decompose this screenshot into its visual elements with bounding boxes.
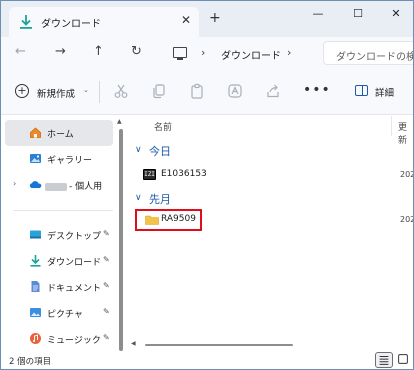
plus-icon: + bbox=[15, 84, 29, 98]
chevron-down-icon[interactable]: ∨ bbox=[135, 145, 142, 155]
sidebar-item-desktop[interactable]: デスクトップ ✎ bbox=[5, 222, 113, 248]
tiles-view-button[interactable] bbox=[395, 352, 413, 368]
tab-close-icon[interactable]: ✕ bbox=[181, 13, 191, 27]
details-pane-icon bbox=[355, 85, 368, 96]
refresh-icon[interactable]: ↻ bbox=[131, 44, 142, 60]
scroll-up-icon[interactable]: ▲ bbox=[117, 118, 122, 125]
sidebar-item-music[interactable]: ミュージック ✎ bbox=[5, 326, 113, 352]
documents-icon bbox=[31, 281, 40, 292]
tab-bar: ダウンロード ✕ + — ☐ ✕ bbox=[1, 1, 413, 37]
sidebar-item-gallery[interactable]: ギャラリー bbox=[5, 146, 113, 172]
list-view-icon bbox=[379, 356, 389, 365]
navigation-scrollbar[interactable] bbox=[119, 129, 123, 351]
redacted-name bbox=[45, 182, 67, 191]
scroll-left-icon[interactable]: ◀ bbox=[131, 340, 136, 347]
column-header-name[interactable]: 名前 bbox=[154, 120, 172, 133]
maximize-icon[interactable]: ☐ bbox=[343, 7, 373, 27]
search-input[interactable]: ダウンロードの検索 bbox=[323, 41, 413, 65]
chevron-right-icon[interactable]: › bbox=[287, 46, 291, 59]
file-date: 202 bbox=[400, 215, 414, 224]
desktop-icon bbox=[30, 230, 41, 239]
chevron-down-icon: ⌄ bbox=[83, 86, 89, 94]
download-icon bbox=[30, 255, 41, 267]
divider bbox=[13, 210, 113, 211]
pin-icon[interactable]: ✎ bbox=[103, 255, 110, 264]
pin-icon[interactable]: ✎ bbox=[103, 281, 110, 290]
details-view-button[interactable] bbox=[375, 352, 393, 368]
new-button[interactable]: + 新規作成 ⌄ bbox=[9, 82, 91, 102]
paste-icon[interactable] bbox=[189, 83, 205, 99]
highlight-box bbox=[135, 209, 202, 231]
column-header-modified[interactable]: 更新 bbox=[398, 120, 413, 146]
minimize-icon[interactable]: — bbox=[303, 7, 333, 27]
close-window-icon[interactable]: ✕ bbox=[381, 7, 411, 27]
up-icon[interactable]: ↑ bbox=[93, 44, 104, 60]
status-bar: 2 個の項目 bbox=[1, 352, 413, 369]
file-date: 202 bbox=[400, 170, 414, 179]
sidebar-item-label: ギャラリー bbox=[47, 156, 93, 166]
new-button-label: 新規作成 bbox=[37, 89, 76, 100]
sidebar-item-label: ホーム bbox=[47, 130, 74, 140]
download-icon bbox=[20, 15, 32, 29]
divider bbox=[99, 81, 100, 103]
rename-icon[interactable] bbox=[227, 83, 243, 99]
search-placeholder: ダウンロードの検索 bbox=[336, 52, 413, 63]
sidebar-item-label: ミュージック bbox=[47, 336, 101, 346]
pin-icon[interactable]: ✎ bbox=[103, 333, 110, 342]
sidebar-item-home[interactable]: ホーム bbox=[5, 120, 113, 146]
pin-icon[interactable]: ✎ bbox=[103, 307, 110, 316]
file-name: E1036153 bbox=[161, 169, 207, 179]
tab-title: ダウンロード bbox=[41, 19, 101, 30]
copy-icon[interactable] bbox=[151, 83, 167, 99]
sidebar-item-pictures[interactable]: ピクチャ ✎ bbox=[5, 300, 113, 326]
address-bar[interactable]: › ダウンロード › bbox=[165, 41, 317, 65]
sidebar-item-label: ピクチャ bbox=[47, 310, 83, 320]
chevron-right-icon[interactable]: › bbox=[13, 179, 16, 188]
sidebar-item-onedrive[interactable]: › - 個人用 bbox=[5, 172, 113, 198]
tab-downloads[interactable]: ダウンロード ✕ bbox=[9, 7, 199, 37]
group-header-today[interactable]: 今日 bbox=[149, 143, 171, 159]
horizontal-scrollbar[interactable] bbox=[145, 344, 293, 346]
new-tab-icon[interactable]: + bbox=[209, 11, 221, 25]
file-list: 名前 更新 ∨ 今日 IZI E1036153 202 ∨ 先月 RA9509 … bbox=[125, 116, 413, 352]
details-pane-button[interactable]: 詳細 bbox=[353, 83, 409, 101]
tiles-view-icon bbox=[398, 354, 408, 364]
pin-icon[interactable]: ✎ bbox=[103, 229, 110, 238]
forward-icon[interactable]: → bbox=[55, 44, 66, 60]
sidebar-item-label: ドキュメント bbox=[47, 284, 102, 294]
back-icon[interactable]: ← bbox=[15, 44, 26, 60]
details-label: 詳細 bbox=[375, 88, 395, 99]
breadcrumb-downloads[interactable]: ダウンロード bbox=[221, 47, 281, 62]
group-header-last-month[interactable]: 先月 bbox=[149, 191, 171, 207]
computer-icon bbox=[173, 47, 187, 60]
share-icon[interactable] bbox=[265, 83, 281, 99]
file-explorer-window: ダウンロード ✕ + — ☐ ✕ ← → ↑ ↻ › ダウンロード › ダウンロ… bbox=[0, 0, 414, 370]
sidebar-item-label: - 個人用 bbox=[45, 179, 102, 192]
pictures-icon bbox=[30, 308, 41, 317]
navigation-pane: ホーム ギャラリー › - 個人用 デスクトップ ✎ ダウンロード ✎ ドキュメ… bbox=[1, 116, 125, 352]
onedrive-icon bbox=[29, 181, 42, 188]
address-row: ← → ↑ ↻ › ダウンロード › ダウンロードの検索 bbox=[1, 37, 413, 69]
file-row[interactable]: IZI E1036153 bbox=[139, 166, 389, 184]
gallery-icon bbox=[30, 154, 41, 163]
cut-icon[interactable] bbox=[113, 83, 129, 99]
sidebar-item-downloads[interactable]: ダウンロード ✎ bbox=[5, 248, 113, 274]
chevron-right-icon[interactable]: › bbox=[201, 46, 205, 59]
home-icon bbox=[30, 127, 41, 138]
item-count: 2 個の項目 bbox=[9, 357, 52, 367]
sidebar-item-documents[interactable]: ドキュメント ✎ bbox=[5, 274, 113, 300]
chevron-down-icon[interactable]: ∨ bbox=[135, 193, 142, 203]
command-bar: + 新規作成 ⌄ ••• 詳細 bbox=[1, 69, 413, 115]
sidebar-item-label: デスクトップ bbox=[47, 232, 102, 242]
app-icon: IZI bbox=[143, 169, 156, 180]
music-icon bbox=[30, 333, 41, 344]
sidebar-item-label: ダウンロード bbox=[47, 258, 102, 268]
more-options-icon[interactable]: ••• bbox=[303, 82, 331, 98]
column-divider[interactable] bbox=[391, 116, 392, 136]
